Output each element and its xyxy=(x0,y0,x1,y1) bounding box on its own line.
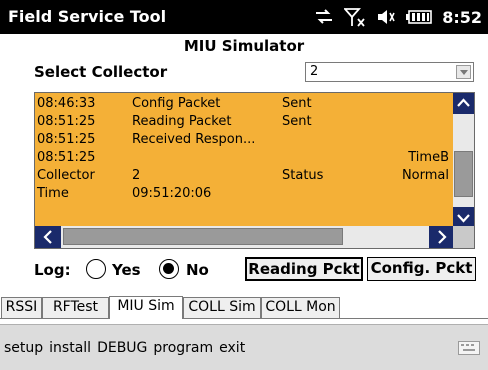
horizontal-scrollbar[interactable] xyxy=(35,226,474,248)
reading-packet-button[interactable]: Reading Pckt xyxy=(245,257,363,281)
tab-strip: RSSI RFTest MIU Sim COLL Sim COLL Mon xyxy=(0,295,488,319)
clock: 8:52 xyxy=(442,7,482,27)
menu-program[interactable]: program xyxy=(153,340,213,356)
speaker-icon[interactable] xyxy=(376,8,396,26)
log-row: 08:46:33 Config Packet Sent xyxy=(35,95,453,113)
log-list: 08:46:33 Config Packet Sent 08:51:25 Rea… xyxy=(35,93,453,228)
keyboard-icon[interactable] xyxy=(458,340,480,355)
log-cell-2: 2 xyxy=(132,168,141,183)
log-cell-2: Config Packet xyxy=(132,96,221,111)
log-cell-1: Time xyxy=(37,186,69,201)
vertical-scroll-thumb[interactable] xyxy=(454,151,473,197)
menu-items: setup install DEBUG program exit xyxy=(4,340,245,356)
dropdown-arrow-icon[interactable] xyxy=(456,65,471,79)
log-cell-1: Collector xyxy=(37,168,95,183)
horizontal-scroll-thumb[interactable] xyxy=(63,228,343,245)
log-cell-3: Status xyxy=(282,168,324,183)
tab-rftest[interactable]: RFTest xyxy=(42,297,109,318)
no-signal-icon[interactable] xyxy=(344,7,366,27)
log-yes-label[interactable]: Yes xyxy=(112,261,141,279)
log-cell-1: 08:46:33 xyxy=(37,96,96,111)
log-cell-1: 08:51:25 xyxy=(37,132,96,147)
collector-dropdown[interactable]: 2 xyxy=(305,62,474,82)
log-no-label[interactable]: No xyxy=(186,261,209,279)
connectivity-icon[interactable] xyxy=(314,8,334,26)
log-cell-2: Received Respon... xyxy=(132,132,256,147)
log-row: 08:51:25 Reading Packet Sent xyxy=(35,113,453,131)
title-bar: Field Service Tool 8:52 xyxy=(0,0,488,34)
log-row: 08:51:25 Received Respon... xyxy=(35,131,453,149)
menu-exit[interactable]: exit xyxy=(219,340,245,356)
log-cell-3: Sent xyxy=(282,114,312,129)
log-panel[interactable]: 08:46:33 Config Packet Sent 08:51:25 Rea… xyxy=(34,92,475,249)
log-cell-2: Reading Packet xyxy=(132,114,232,129)
log-no-radio[interactable] xyxy=(159,259,179,279)
log-cell-1: 08:51:25 xyxy=(37,150,96,165)
log-cell-4: TimeB xyxy=(408,150,449,165)
menu-install[interactable]: install xyxy=(49,340,91,356)
vertical-scrollbar[interactable] xyxy=(453,93,474,228)
log-cell-4: Normal xyxy=(401,168,449,183)
log-label: Log: xyxy=(34,261,71,279)
log-row: Time 09:51:20:06 xyxy=(35,185,453,203)
menu-bar: setup install DEBUG program exit xyxy=(0,324,488,370)
config-packet-button[interactable]: Config. Pckt xyxy=(367,257,476,281)
menu-setup[interactable]: setup xyxy=(4,340,43,356)
log-cell-3: Sent xyxy=(282,96,312,111)
log-yes-radio[interactable] xyxy=(86,259,106,279)
tab-rssi[interactable]: RSSI xyxy=(1,297,42,318)
menu-debug[interactable]: DEBUG xyxy=(97,340,147,356)
scroll-left-button[interactable] xyxy=(35,226,61,248)
scroll-up-button[interactable] xyxy=(453,93,474,114)
app-title: Field Service Tool xyxy=(8,7,167,26)
tab-coll-mon[interactable]: COLL Mon xyxy=(261,297,340,318)
battery-icon[interactable] xyxy=(406,10,433,24)
screen-title: MIU Simulator xyxy=(183,37,305,55)
status-icons: 8:52 xyxy=(314,5,482,29)
log-row: 08:51:25 TimeB xyxy=(35,149,453,167)
scroll-down-button[interactable] xyxy=(453,207,474,228)
collector-value: 2 xyxy=(310,64,319,79)
log-row: Collector 2 Status Normal xyxy=(35,167,453,185)
scrollbar-corner xyxy=(453,226,474,248)
tab-coll-sim[interactable]: COLL Sim xyxy=(183,297,261,318)
log-cell-1: 08:51:25 xyxy=(37,114,96,129)
log-cell-2: 09:51:20:06 xyxy=(132,186,212,201)
select-collector-label: Select Collector xyxy=(34,63,168,81)
scroll-right-button[interactable] xyxy=(429,226,455,248)
tab-miu-sim[interactable]: MIU Sim xyxy=(109,296,183,319)
